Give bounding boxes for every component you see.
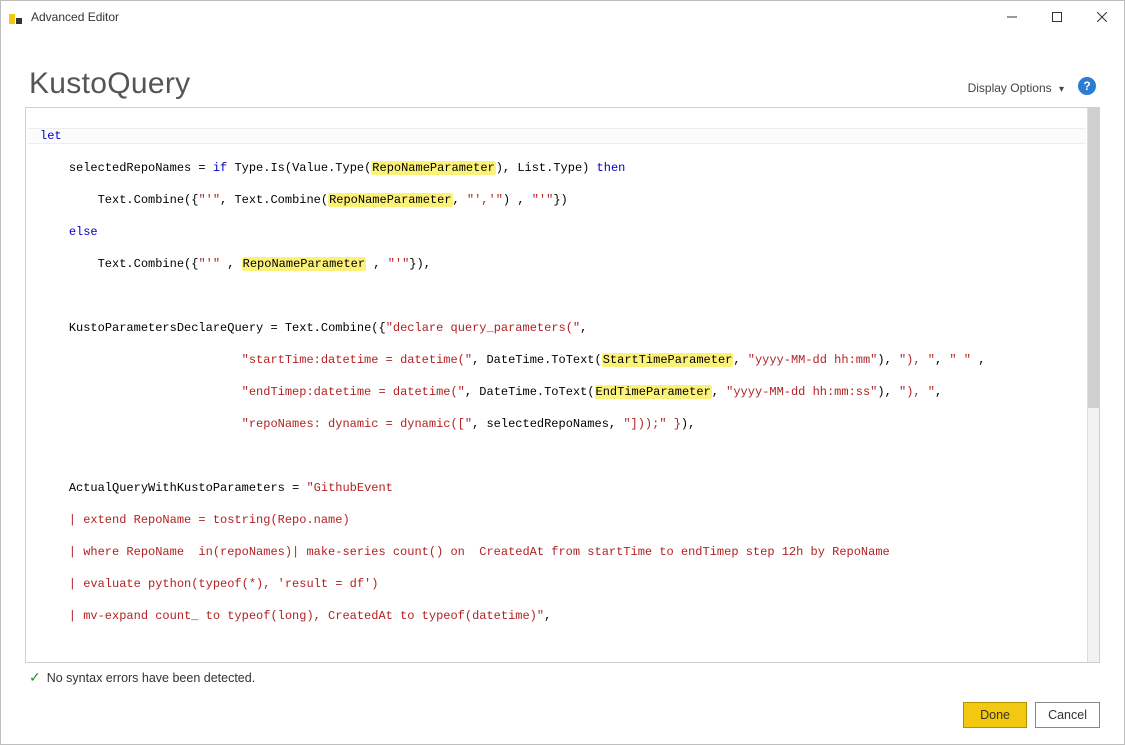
scrollbar-thumb[interactable] bbox=[1088, 108, 1099, 408]
window-controls bbox=[989, 1, 1124, 33]
display-options-dropdown[interactable]: Display Options ▾ bbox=[968, 81, 1064, 95]
titlebar: Advanced Editor bbox=[1, 1, 1124, 33]
minimize-button[interactable] bbox=[989, 1, 1034, 33]
header: KustoQuery Display Options ▾ ? bbox=[1, 33, 1124, 107]
code-editor[interactable]: let selectedRepoNames = if Type.Is(Value… bbox=[25, 107, 1100, 663]
chevron-down-icon: ▾ bbox=[1059, 84, 1064, 95]
code-area[interactable]: let selectedRepoNames = if Type.Is(Value… bbox=[26, 108, 1087, 662]
scrollbar[interactable] bbox=[1087, 108, 1099, 662]
help-icon[interactable]: ? bbox=[1078, 77, 1096, 95]
display-options-label: Display Options bbox=[968, 81, 1052, 95]
powerbi-icon bbox=[9, 10, 23, 24]
footer: Done Cancel bbox=[1, 688, 1124, 744]
status-message: No syntax errors have been detected. bbox=[47, 671, 255, 685]
status-bar: ✓ No syntax errors have been detected. bbox=[1, 663, 1124, 688]
maximize-button[interactable] bbox=[1034, 1, 1079, 33]
advanced-editor-window: Advanced Editor KustoQuery Display Optio… bbox=[0, 0, 1125, 745]
page-title: KustoQuery bbox=[29, 67, 190, 101]
done-button[interactable]: Done bbox=[963, 702, 1027, 728]
checkmark-icon: ✓ bbox=[29, 669, 41, 686]
window-title: Advanced Editor bbox=[31, 10, 119, 24]
cancel-button[interactable]: Cancel bbox=[1035, 702, 1100, 728]
close-button[interactable] bbox=[1079, 1, 1124, 33]
